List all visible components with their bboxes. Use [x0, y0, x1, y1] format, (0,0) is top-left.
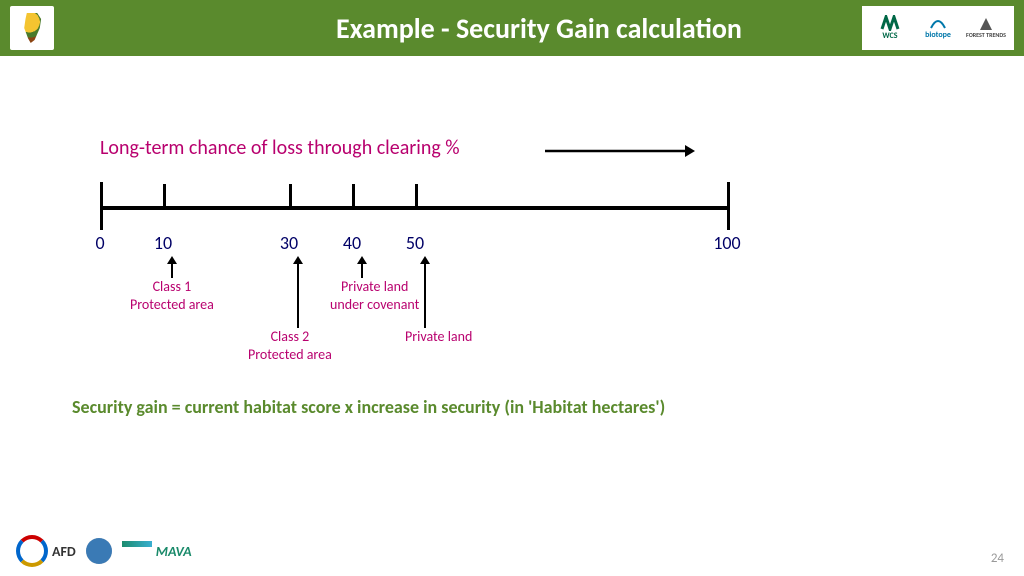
combo-logo — [10, 6, 54, 50]
axis-line — [100, 206, 730, 210]
tick — [289, 184, 292, 206]
marker-class2: Class 2 Protected area — [248, 256, 332, 364]
ring-icon — [16, 535, 48, 567]
slide-title: Example - Security Gain calculation — [336, 11, 742, 46]
ffem-logo — [86, 536, 112, 566]
arrow-up-icon — [415, 256, 435, 328]
slide-content: Long-term chance of loss through clearin… — [0, 56, 1024, 576]
mava-logo: MAVA — [122, 536, 192, 566]
tick — [415, 184, 418, 206]
tick-label: 50 — [406, 232, 424, 254]
partner-logos: WCS biotope FOREST TRENDS — [862, 6, 1014, 50]
header-bar: Example - Security Gain calculation WCS … — [0, 0, 1024, 56]
arrow-up-icon — [288, 256, 308, 328]
africa-icon — [19, 13, 45, 43]
tick — [352, 184, 355, 206]
biotope-logo: biotope — [918, 12, 958, 44]
afd-logo: AFD — [16, 536, 76, 566]
forest-trends-logo: FOREST TRENDS — [966, 12, 1006, 44]
tick-label: 0 — [95, 232, 104, 254]
tick-label: 100 — [713, 232, 740, 254]
tick-label: 40 — [343, 232, 361, 254]
page-number: 24 — [991, 551, 1004, 566]
wcs-logo: WCS — [870, 12, 910, 44]
globe-icon — [86, 538, 112, 564]
axis-title: Long-term chance of loss through clearin… — [100, 136, 460, 160]
tick-end — [727, 182, 730, 230]
arrow-right-icon — [545, 141, 695, 161]
arc-icon — [122, 541, 152, 562]
footer-logos: AFD MAVA — [16, 536, 192, 566]
arrow-up-icon — [162, 256, 182, 278]
arrow-up-icon — [352, 256, 372, 278]
number-line: 0 10 30 40 50 100 — [100, 176, 730, 236]
tick-label: 10 — [154, 232, 172, 254]
tick-label: 30 — [280, 232, 298, 254]
marker-class1: Class 1 Protected area — [130, 256, 214, 314]
tick-start — [100, 182, 103, 230]
marker-private: Private land — [405, 256, 472, 346]
formula-text: Security gain = current habitat score x … — [72, 396, 665, 418]
tick — [163, 184, 166, 206]
